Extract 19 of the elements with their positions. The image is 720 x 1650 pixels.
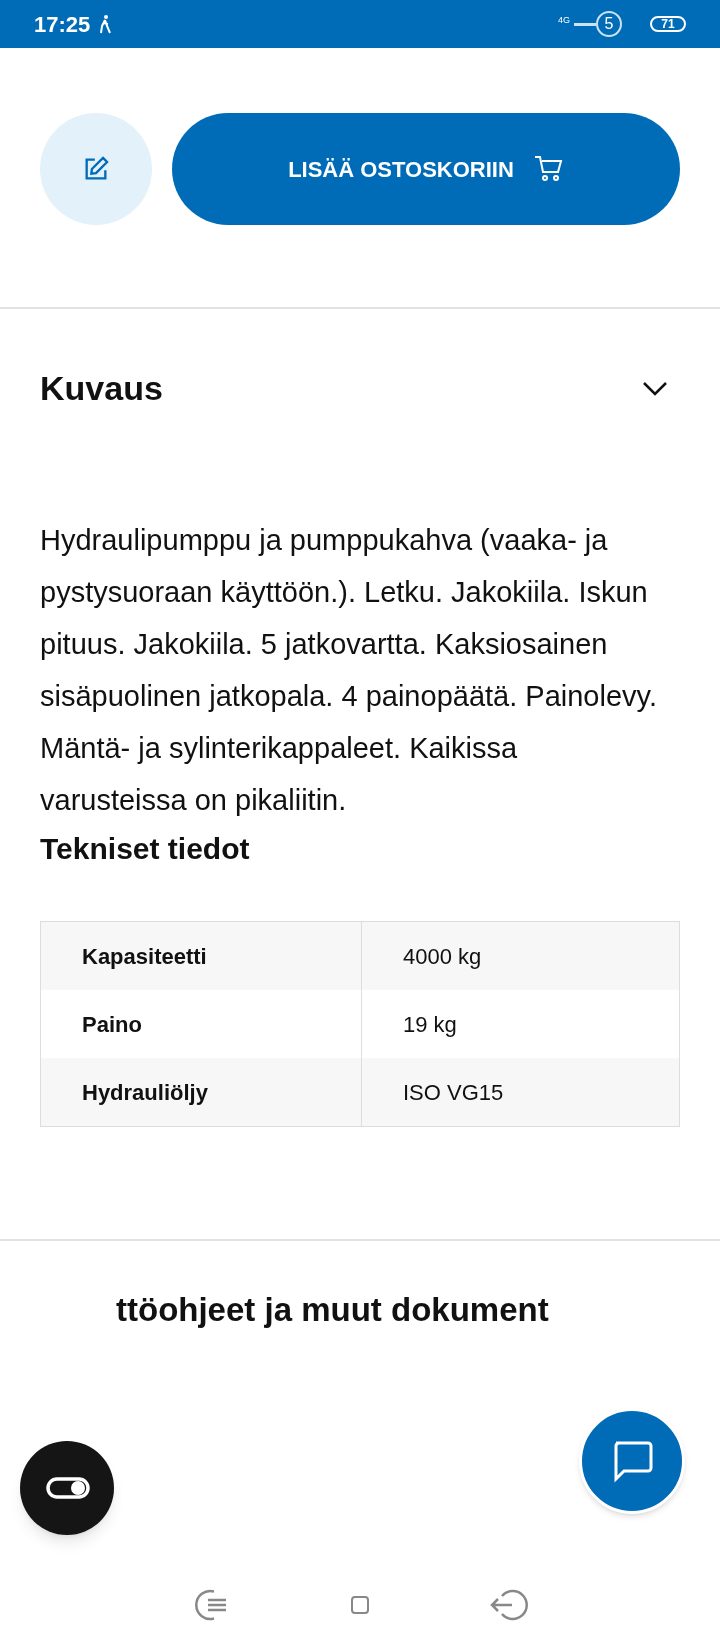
table-cell: Hydrauliöljy: [41, 1058, 362, 1126]
toggle-icon: [43, 1476, 91, 1500]
table-cell-text: 19 kg: [402, 1010, 458, 1039]
chevron-icon[interactable]: [642, 380, 668, 397]
description-text: Hydraulipumppu ja pumppukahva (vaaka- ja pystysuoraan käyttöön.). Letku. Jakokiila. Iskun pituus. Jakokiila. 5 jatkovartta. Kaksiosainen sisäpuolinen jatkopala. 4 painopäätä. Painolevy. Mäntä- ja sylinterikappaleet. Kaikissa varusteissa on pikaliitin.: [39, 523, 658, 818]
back-icon[interactable]: [490, 1588, 530, 1622]
section-title: Kuvaus: [40, 368, 163, 409]
section-title: ttöohjeet ja muut dokument: [116, 1291, 549, 1328]
clock: 17:25: [34, 10, 91, 39]
sim-indicator: 5: [596, 11, 622, 37]
add-to-cart-button[interactable]: LISÄÄ OSTOSKORIIN: [172, 113, 680, 225]
home-icon[interactable]: [350, 1595, 370, 1615]
table-cell-text: 4000 kg: [402, 942, 483, 971]
walking-icon: [98, 14, 113, 34]
battery-indicator: 71: [650, 16, 686, 32]
network-label: 4G: [558, 14, 570, 27]
table-cell-text: ISO VG15: [402, 1078, 505, 1107]
specs-title: Tekniset tiedot: [39, 831, 251, 867]
cart-icon: [533, 155, 564, 183]
